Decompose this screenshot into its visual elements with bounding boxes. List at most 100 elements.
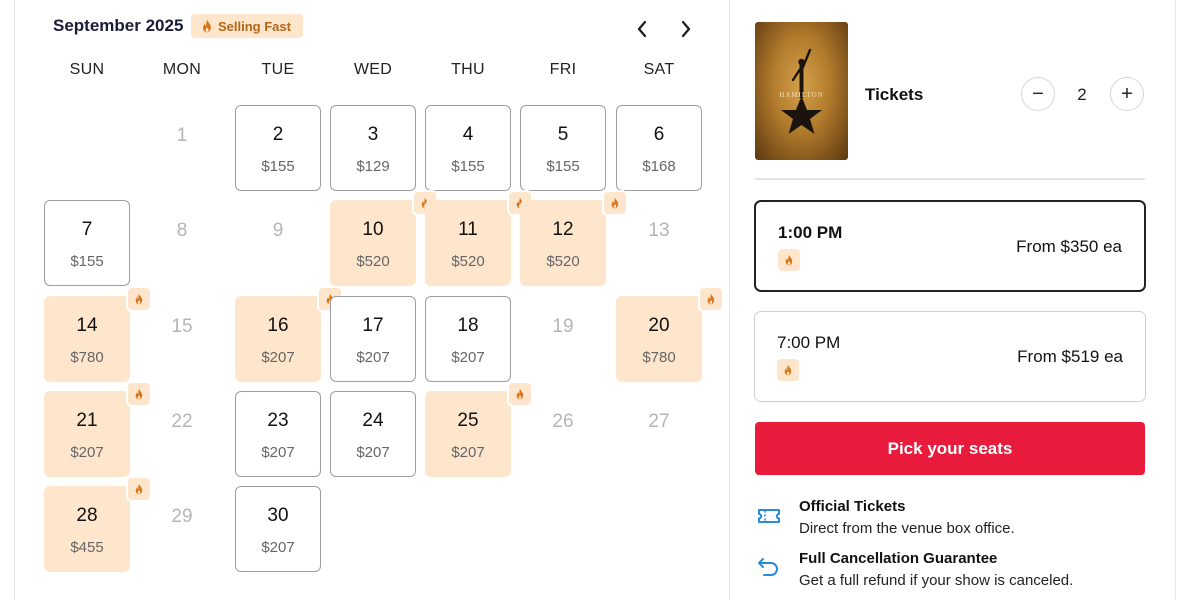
calendar-day-16[interactable]: 16 $207 [235, 296, 321, 382]
day-price: $520 [356, 253, 390, 270]
selling-fast-label: Selling Fast [218, 18, 291, 34]
calendar-day-22: 22 [139, 391, 225, 477]
day-price: $207 [356, 349, 390, 366]
increase-quantity-button[interactable]: + [1110, 77, 1144, 111]
calendar-day-2[interactable]: 2 $155 [235, 105, 321, 191]
weekday-thu: THU [451, 61, 485, 78]
feature-title: Official Tickets [799, 498, 906, 515]
day-number: 1 [176, 125, 188, 146]
day-price: $207 [261, 444, 295, 461]
day-price: $155 [261, 158, 295, 175]
day-number: 17 [362, 315, 384, 336]
day-number: 29 [171, 506, 193, 527]
calendar-day-10[interactable]: 10 $520 [330, 200, 416, 286]
panel-divider [729, 0, 730, 600]
day-price: $155 [451, 158, 485, 175]
right-border [1175, 0, 1176, 600]
pick-your-seats-button[interactable]: Pick your seats [755, 422, 1145, 475]
previous-month-button[interactable] [631, 18, 653, 40]
day-number: 8 [176, 220, 188, 241]
calendar-day-3[interactable]: 3 $129 [330, 105, 416, 191]
plus-icon: + [1121, 82, 1133, 105]
day-number: 18 [457, 315, 479, 336]
day-price: $780 [70, 349, 104, 366]
day-number: 22 [171, 411, 193, 432]
feature-title: Full Cancellation Guarantee [799, 550, 998, 567]
calendar-day-18[interactable]: 18 $207 [425, 296, 511, 382]
calendar-day-20[interactable]: 20 $780 [616, 296, 702, 382]
day-number: 2 [272, 124, 284, 145]
calendar-day-8: 8 [139, 200, 225, 286]
calendar-day-6[interactable]: 6 $168 [616, 105, 702, 191]
day-number: 12 [552, 219, 574, 240]
calendar-day-26: 26 [520, 391, 606, 477]
calendar-day-30[interactable]: 30 $207 [235, 486, 321, 572]
minus-icon: − [1032, 82, 1044, 105]
day-number: 26 [552, 411, 574, 432]
day-price: $207 [451, 349, 485, 366]
weekday-sat: SAT [643, 61, 675, 78]
weekday-sun: SUN [69, 61, 105, 78]
day-price: $155 [546, 158, 580, 175]
day-price: $129 [356, 158, 390, 175]
calendar-day-14[interactable]: 14 $780 [44, 296, 130, 382]
showtime-price: From $350 ea [1016, 237, 1122, 256]
undo-arrow-icon [758, 558, 778, 576]
showtime-time: 1:00 PM [778, 223, 843, 242]
showtime-option-1[interactable]: 1:00 PM From $350 ea [754, 200, 1146, 292]
day-price: $155 [70, 253, 104, 270]
selling-fast-flame-icon [777, 359, 799, 381]
decrease-quantity-button[interactable]: − [1021, 77, 1055, 111]
calendar-day-25[interactable]: 25 $207 [425, 391, 511, 477]
calendar-day-4[interactable]: 4 $155 [425, 105, 511, 191]
calendar-day-11[interactable]: 11 $520 [425, 200, 511, 286]
day-price: $520 [451, 253, 485, 270]
day-price: $455 [70, 539, 104, 556]
ticket-icon [758, 509, 780, 523]
calendar-day-28[interactable]: 28 $455 [44, 486, 130, 572]
weekday-tue: TUE [261, 61, 295, 78]
day-number: 4 [462, 124, 474, 145]
day-number: 14 [76, 315, 98, 336]
day-number: 23 [267, 410, 289, 431]
tickets-label: Tickets [865, 85, 924, 104]
calendar-day-21[interactable]: 21 $207 [44, 391, 130, 477]
day-price: $207 [70, 444, 104, 461]
calendar-day-5[interactable]: 5 $155 [520, 105, 606, 191]
weekday-mon: MON [162, 61, 202, 78]
day-number: 24 [362, 410, 384, 431]
day-price: $207 [261, 539, 295, 556]
calendar-day-17[interactable]: 17 $207 [330, 296, 416, 382]
weekday-fri: FRI [549, 61, 577, 78]
day-price: $168 [642, 158, 676, 175]
chevron-left-icon [637, 20, 647, 38]
day-price: $207 [451, 444, 485, 461]
flame-icon [203, 19, 211, 33]
day-price: $207 [356, 444, 390, 461]
day-number: 20 [648, 315, 670, 336]
next-month-button[interactable] [675, 18, 697, 40]
selling-fast-flame-icon [778, 249, 800, 271]
calendar-day-12[interactable]: 12 $520 [520, 200, 606, 286]
poster-title: HAMILTON [779, 91, 824, 99]
day-number: 11 [458, 219, 478, 240]
day-number: 25 [457, 410, 479, 431]
calendar-day-23[interactable]: 23 $207 [235, 391, 321, 477]
calendar-day-24[interactable]: 24 $207 [330, 391, 416, 477]
showtime-price: From $519 ea [1017, 347, 1123, 366]
day-number: 19 [552, 316, 574, 337]
left-border [14, 0, 15, 600]
weekday-wed: WED [353, 61, 393, 78]
calendar-day-7[interactable]: 7 $155 [44, 200, 130, 286]
calendar-day-19: 19 [520, 296, 606, 382]
day-number: 7 [81, 219, 93, 240]
calendar-day-13: 13 [616, 200, 702, 286]
selling-fast-legend-badge: Selling Fast [191, 14, 303, 38]
ticket-quantity-value: 2 [1077, 85, 1087, 104]
day-number: 3 [367, 124, 379, 145]
day-price: $520 [546, 253, 580, 270]
calendar-day-1: 1 [139, 105, 225, 191]
day-number: 21 [76, 410, 98, 431]
showtime-option-2[interactable]: 7:00 PM From $519 ea [754, 311, 1146, 402]
day-number: 5 [557, 124, 569, 145]
